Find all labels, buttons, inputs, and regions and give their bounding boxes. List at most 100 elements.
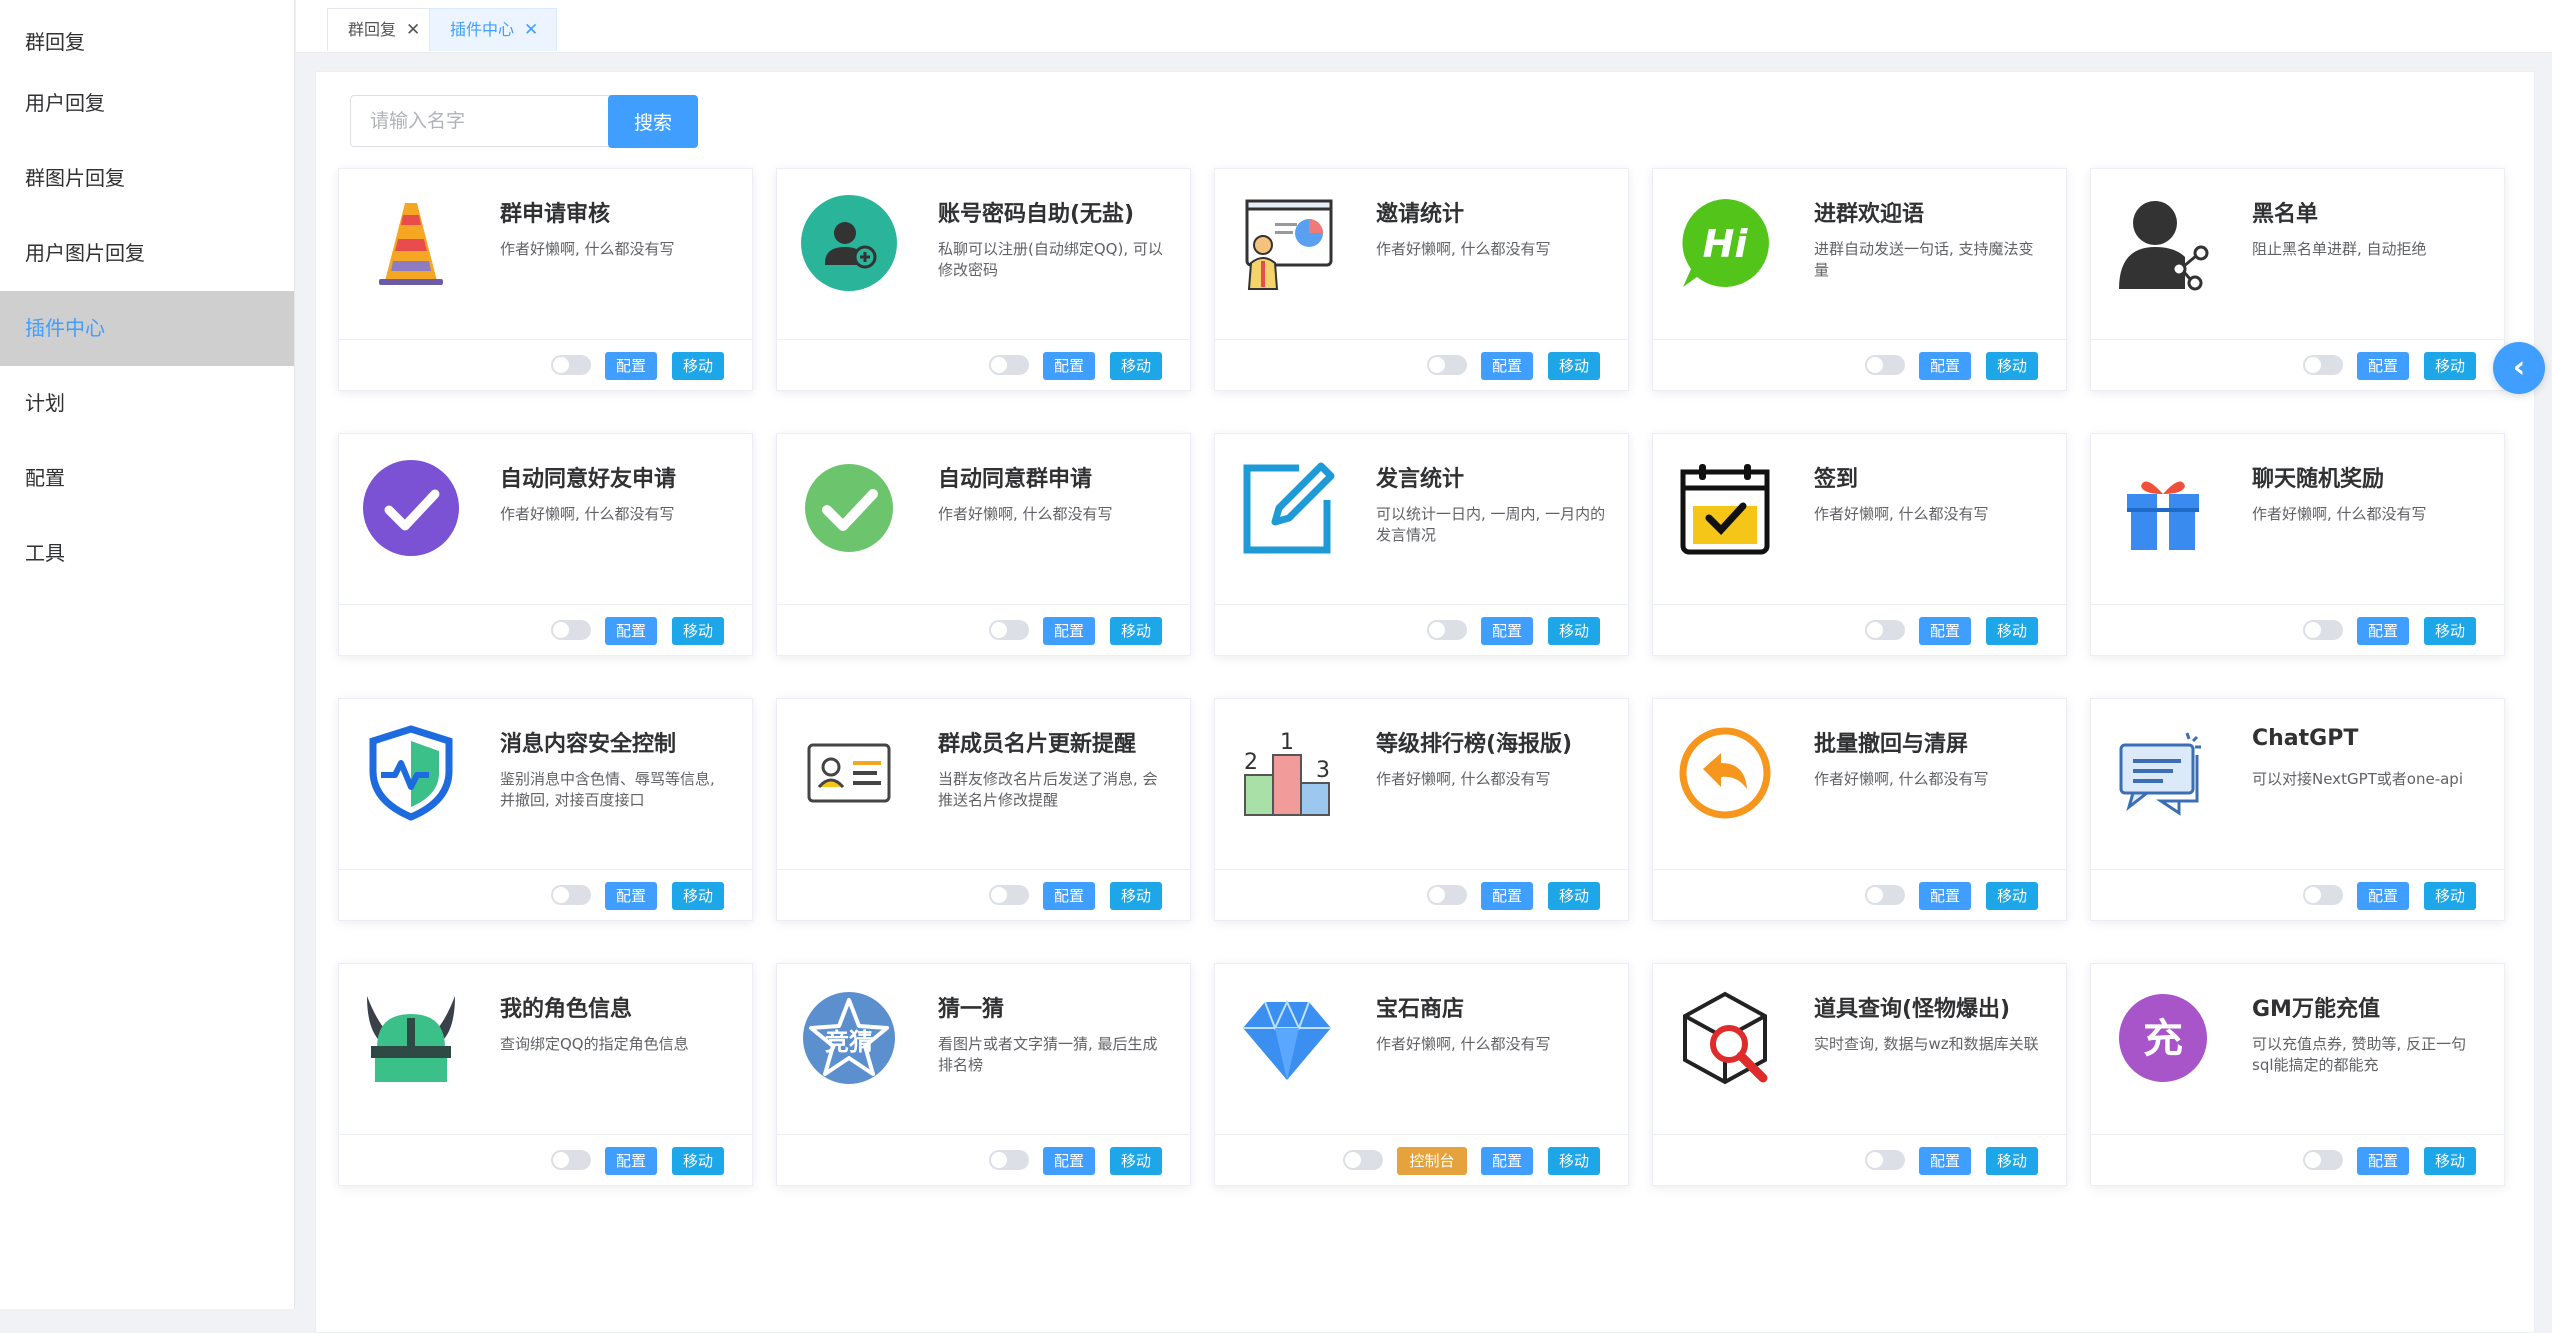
enable-toggle[interactable]	[551, 355, 591, 375]
config-button[interactable]: 配置	[605, 1147, 657, 1175]
plugin-title: GM万能充值	[2252, 997, 2380, 1022]
plugin-card-footer: 配置 移动	[2091, 339, 2504, 390]
move-button[interactable]: 移动	[1986, 882, 2038, 910]
search-input[interactable]	[350, 95, 630, 147]
enable-toggle[interactable]	[551, 620, 591, 640]
sidebar-item-user-image-reply[interactable]: 用户图片回复	[0, 216, 294, 291]
check-circle-purple-icon	[363, 460, 459, 556]
plugin-title: 等级排行榜(海报版)	[1376, 732, 1573, 757]
plugin-title: 我的角色信息	[500, 997, 633, 1022]
config-button[interactable]: 配置	[1043, 1147, 1095, 1175]
move-button[interactable]: 移动	[672, 617, 724, 645]
enable-toggle[interactable]	[989, 355, 1029, 375]
collapse-chevron-icon[interactable]: ‹	[2493, 342, 2545, 394]
plugin-title: 账号密码自助(无盐)	[938, 202, 1135, 227]
move-button[interactable]: 移动	[1986, 617, 2038, 645]
config-button[interactable]: 配置	[1481, 352, 1533, 380]
close-icon[interactable]: ✕	[406, 20, 420, 40]
move-button[interactable]: 移动	[672, 1147, 724, 1175]
config-button[interactable]: 配置	[1043, 617, 1095, 645]
enable-toggle[interactable]	[1865, 355, 1905, 375]
console-button[interactable]: 控制台	[1397, 1147, 1467, 1175]
move-button[interactable]: 移动	[1548, 617, 1600, 645]
enable-toggle[interactable]	[1865, 620, 1905, 640]
move-button[interactable]: 移动	[1986, 1147, 2038, 1175]
move-button[interactable]: 移动	[2424, 882, 2476, 910]
move-button[interactable]: 移动	[2424, 617, 2476, 645]
enable-toggle[interactable]	[989, 620, 1029, 640]
sidebar-item-group-reply[interactable]: 群回复	[0, 0, 294, 66]
plugin-card: ChatGPT 可以对接NextGPT或者one-api 配置 移动	[2090, 698, 2505, 921]
move-button[interactable]: 移动	[672, 882, 724, 910]
move-button[interactable]: 移动	[1110, 617, 1162, 645]
move-button[interactable]: 移动	[2424, 1147, 2476, 1175]
move-button[interactable]: 移动	[1548, 882, 1600, 910]
move-button[interactable]: 移动	[1110, 352, 1162, 380]
move-button[interactable]: 移动	[2424, 352, 2476, 380]
move-button[interactable]: 移动	[1548, 352, 1600, 380]
plugin-card: 充 GM万能充值可以充值点券, 赞助等, 反正一句sql能搞定的都能充配置 移动	[2090, 963, 2505, 1186]
config-button[interactable]: 配置	[1481, 617, 1533, 645]
move-button[interactable]: 移动	[1548, 1147, 1600, 1175]
config-button[interactable]: 配置	[2357, 352, 2409, 380]
config-button[interactable]: 配置	[1043, 352, 1095, 380]
plugin-description: 可以充值点券, 赞助等, 反正一句sql能搞定的都能充	[2252, 1035, 2467, 1074]
enable-toggle[interactable]	[2303, 620, 2343, 640]
enable-toggle[interactable]	[989, 1150, 1029, 1170]
user-share-icon	[2115, 195, 2211, 291]
plugin-card: 批量撤回与清屏 作者好懒啊, 什么都没有写 配置 移动	[1652, 698, 2067, 921]
plugin-title: 自动同意群申请	[938, 467, 1093, 492]
config-button[interactable]: 配置	[1919, 352, 1971, 380]
move-button[interactable]: 移动	[1110, 1147, 1162, 1175]
icon-label: 充	[2143, 1016, 2183, 1062]
plugin-title: ChatGPT	[2252, 726, 2359, 751]
enable-toggle[interactable]	[551, 885, 591, 905]
svg-text:1: 1	[1280, 730, 1294, 755]
close-icon[interactable]: ✕	[524, 20, 538, 40]
enable-toggle[interactable]	[1427, 620, 1467, 640]
config-button[interactable]: 配置	[1919, 1147, 1971, 1175]
config-button[interactable]: 配置	[2357, 1147, 2409, 1175]
sidebar-item-plugin-center[interactable]: 插件中心	[0, 291, 294, 366]
sidebar-item-config[interactable]: 配置	[0, 441, 294, 516]
move-button[interactable]: 移动	[1110, 882, 1162, 910]
enable-toggle[interactable]	[1343, 1150, 1383, 1170]
enable-toggle[interactable]	[1427, 885, 1467, 905]
sidebar-item-user-reply[interactable]: 用户回复	[0, 66, 294, 141]
svg-text:Hi: Hi	[1703, 222, 1749, 266]
config-button[interactable]: 配置	[1919, 617, 1971, 645]
enable-toggle[interactable]	[1865, 1150, 1905, 1170]
config-button[interactable]: 配置	[605, 882, 657, 910]
plugin-card: 黑名单 阻止黑名单进群, 自动拒绝 配置 移动	[2090, 168, 2505, 391]
search-button[interactable]: 搜索	[608, 95, 698, 148]
config-button[interactable]: 配置	[605, 352, 657, 380]
plugin-description: 可以对接NextGPT或者one-api	[2252, 770, 2463, 788]
tab-group-reply[interactable]: 群回复 ✕	[327, 8, 440, 51]
config-button[interactable]: 配置	[1481, 1147, 1533, 1175]
sidebar-item-plan[interactable]: 计划	[0, 366, 294, 441]
sidebar-item-group-image-reply[interactable]: 群图片回复	[0, 141, 294, 216]
move-button[interactable]: 移动	[1986, 352, 2038, 380]
enable-toggle[interactable]	[2303, 1150, 2343, 1170]
sidebar-item-tools[interactable]: 工具	[0, 516, 294, 591]
config-button[interactable]: 配置	[1043, 882, 1095, 910]
config-button[interactable]: 配置	[1481, 882, 1533, 910]
enable-toggle[interactable]	[1427, 355, 1467, 375]
plugin-title: 发言统计	[1376, 467, 1465, 492]
enable-toggle[interactable]	[1865, 885, 1905, 905]
sidebar: 群回复 用户回复 群图片回复 用户图片回复 插件中心 计划 配置 工具	[0, 0, 295, 1309]
plugin-description: 作者好懒啊, 什么都没有写	[500, 505, 675, 523]
move-button[interactable]: 移动	[672, 352, 724, 380]
enable-toggle[interactable]	[551, 1150, 591, 1170]
plugin-card-footer: 配置 移动	[339, 1134, 752, 1185]
plugin-description: 鉴别消息中含色情、辱骂等信息, 并撤回, 对接百度接口	[500, 770, 715, 809]
config-button[interactable]: 配置	[605, 617, 657, 645]
tab-plugin-center[interactable]: 插件中心 ✕	[429, 8, 558, 51]
enable-toggle[interactable]	[989, 885, 1029, 905]
enable-toggle[interactable]	[2303, 885, 2343, 905]
enable-toggle[interactable]	[2303, 355, 2343, 375]
config-button[interactable]: 配置	[2357, 882, 2409, 910]
config-button[interactable]: 配置	[2357, 617, 2409, 645]
config-button[interactable]: 配置	[1919, 882, 1971, 910]
plugin-description: 作者好懒啊, 什么都没有写	[1814, 505, 1989, 523]
